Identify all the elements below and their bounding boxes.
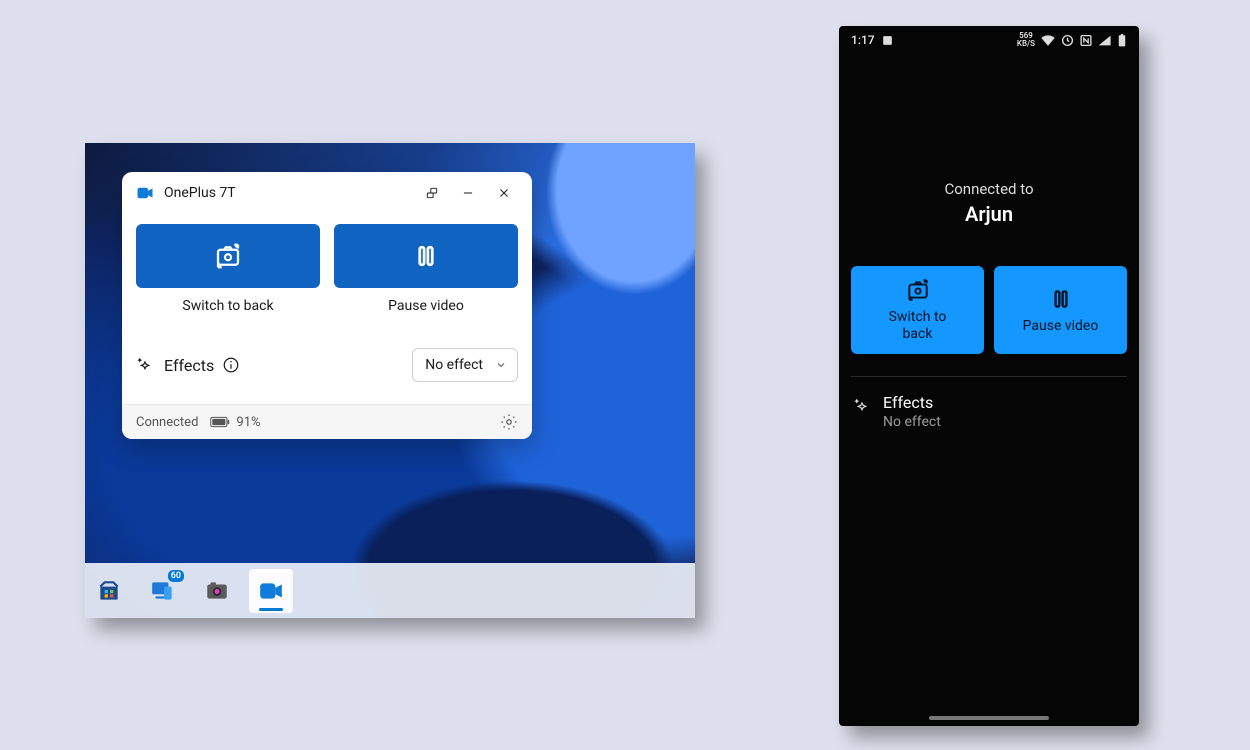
phonelink-badge: 60 — [168, 570, 184, 582]
titlebar: OnePlus 7T — [122, 172, 532, 214]
signal-icon — [1098, 34, 1112, 47]
taskbar-store[interactable] — [87, 569, 131, 613]
effects-select-value: No effect — [425, 357, 483, 373]
video-icon — [258, 578, 284, 604]
battery-indicator: 91% — [210, 415, 260, 430]
effects-label: Effects — [164, 356, 214, 375]
minimize-button[interactable] — [450, 177, 486, 209]
info-icon[interactable] — [222, 356, 240, 374]
status-time: 1:17 — [851, 33, 875, 47]
nfc-icon — [1079, 34, 1093, 47]
switch-camera-icon — [905, 277, 931, 303]
tabs-overview-button[interactable] — [414, 177, 450, 209]
taskbar: 60 — [85, 563, 695, 618]
battery-value: 91% — [236, 415, 260, 430]
statusbar: 1:17 569 KB/S — [839, 26, 1139, 50]
effects-label: Effects — [883, 393, 941, 412]
pause-video-button[interactable]: Pause video — [994, 266, 1127, 354]
pause-video-label: Pause video — [334, 298, 518, 314]
pause-video-label: Pause video — [1023, 318, 1099, 335]
switch-camera-label: Switch toback — [889, 309, 947, 343]
effects-row[interactable]: Effects No effect — [851, 393, 1127, 430]
phone-screenshot: 1:17 569 KB/S Connected to Arjun Switch … — [839, 26, 1139, 726]
switch-camera-button[interactable]: Switch toback — [851, 266, 984, 354]
wifi-icon — [1040, 34, 1056, 47]
taskbar-camera[interactable] — [195, 569, 239, 613]
app-window: OnePlus 7T — [122, 172, 532, 439]
taskbar-video-app[interactable] — [249, 569, 293, 613]
camera-icon — [204, 578, 230, 604]
effects-icon — [853, 397, 871, 415]
effects-select[interactable]: No effect — [412, 348, 518, 382]
clock-icon — [1061, 34, 1074, 47]
pause-icon — [1048, 286, 1074, 312]
connected-to-label: Connected to — [851, 180, 1127, 198]
network-speed: 569 KB/S — [1017, 32, 1035, 48]
home-indicator[interactable] — [929, 716, 1049, 720]
divider — [851, 376, 1127, 377]
battery-icon — [210, 416, 230, 428]
taskbar-phonelink[interactable]: 60 — [141, 569, 185, 613]
store-icon — [96, 578, 122, 604]
battery-icon — [1117, 34, 1127, 47]
pause-video-button[interactable] — [334, 224, 518, 288]
window-title: OnePlus 7T — [164, 185, 236, 201]
switch-camera-label: Switch to back — [136, 298, 320, 314]
desktop-screenshot: OnePlus 7T — [85, 143, 695, 618]
effects-value: No effect — [883, 414, 941, 430]
app-indicator-icon — [881, 34, 894, 47]
app-icon — [136, 184, 154, 202]
switch-camera-button[interactable] — [136, 224, 320, 288]
effects-icon — [136, 356, 154, 374]
settings-button[interactable] — [500, 413, 518, 431]
connection-status: Connected — [136, 415, 198, 430]
close-button[interactable] — [486, 177, 522, 209]
chevron-down-icon — [495, 359, 507, 371]
connected-to-name: Arjun — [851, 202, 1127, 226]
